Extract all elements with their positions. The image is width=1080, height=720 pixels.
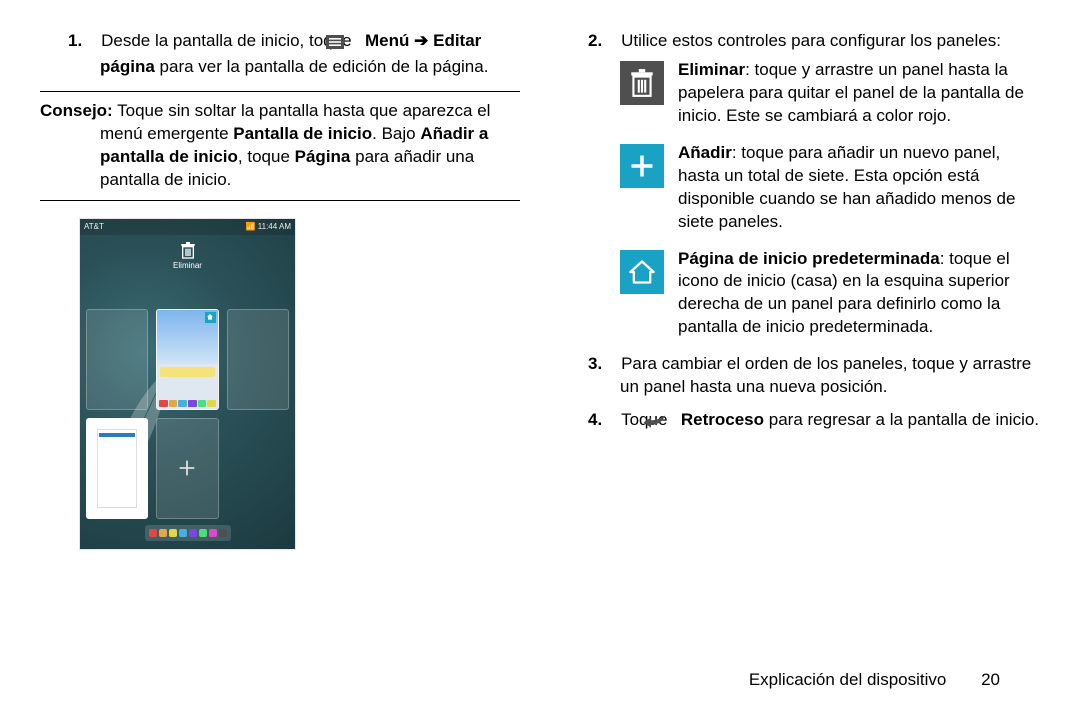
step-4-back-label: Retroceso: [681, 410, 764, 429]
panel-app-row: [159, 400, 215, 407]
control-delete-label: Eliminar: [678, 60, 745, 79]
tip-text-f: Página: [295, 147, 351, 166]
step-4: 4. Toque Retroceso para regresar a la pa…: [560, 409, 1040, 435]
add-panel-button: [156, 418, 218, 519]
trash-icon: [80, 241, 295, 259]
step-2: 2. Utilice estos controles para configur…: [560, 30, 1040, 53]
home-panel-1: [86, 309, 148, 410]
plus-icon: [620, 144, 664, 188]
home-panel-3: [227, 309, 289, 410]
tip-label: Consejo:: [40, 101, 113, 120]
control-add-label: Añadir: [678, 143, 732, 162]
delete-label: Eliminar: [173, 261, 202, 270]
step-3: 3. Para cambiar el orden de los paneles,…: [560, 353, 1040, 399]
step-1-arrow: ➔: [414, 31, 428, 50]
step-3-text: Para cambiar el orden de los paneles, to…: [620, 354, 1031, 396]
step-3-number: 3.: [588, 354, 602, 373]
tip-text-c: . Bajo: [372, 124, 420, 143]
step-1-menu-label: Menú: [365, 31, 414, 50]
tip-text-b: Pantalla de inicio: [233, 124, 372, 143]
home-panel-4: [86, 418, 148, 519]
tip-block: Consejo: Toque sin soltar la pantalla ha…: [40, 91, 520, 201]
home-icon: [620, 250, 664, 294]
carrier-label: AT&T: [84, 222, 104, 231]
status-bar: AT&T 📶 11:44 AM: [80, 219, 295, 235]
tip-text-e: , toque: [238, 147, 295, 166]
trash-icon: [620, 61, 664, 105]
delete-drop-zone: Eliminar: [80, 241, 295, 270]
home-panel-main: [156, 309, 218, 410]
footer-section: Explicación del dispositivo: [749, 670, 947, 689]
step-1-text-b: para ver la pantalla de edición de la pá…: [160, 57, 489, 76]
control-default-home: Página de inicio predeterminada: toque e…: [620, 248, 1040, 340]
step-1-text-a: Desde la pantalla de inicio, toque: [101, 31, 356, 50]
control-add: Añadir: toque para añadir un nuevo panel…: [620, 142, 1040, 234]
default-home-indicator: [205, 312, 216, 323]
step-1: 1. Desde la pantalla de inicio, toque Me…: [40, 30, 520, 79]
page-footer: Explicación del dispositivo 20: [749, 670, 1000, 690]
footer-page-number: 20: [981, 670, 1000, 690]
clock-label: 📶 11:44 AM: [246, 222, 291, 231]
step-1-number: 1.: [68, 31, 82, 50]
step-4-number: 4.: [588, 410, 602, 429]
step-2-number: 2.: [588, 31, 602, 50]
empty-slot: [227, 418, 289, 519]
control-delete: Eliminar: toque y arrastre un panel hast…: [620, 59, 1040, 128]
step-4-text-b: para regresar a la pantalla de inicio.: [769, 410, 1039, 429]
step-2-text: Utilice estos controles para configurar …: [621, 31, 1001, 50]
device-screenshot: AT&T 📶 11:44 AM Eliminar: [80, 219, 520, 619]
control-home-label: Página de inicio predeterminada: [678, 249, 940, 268]
app-dock: [145, 525, 231, 541]
